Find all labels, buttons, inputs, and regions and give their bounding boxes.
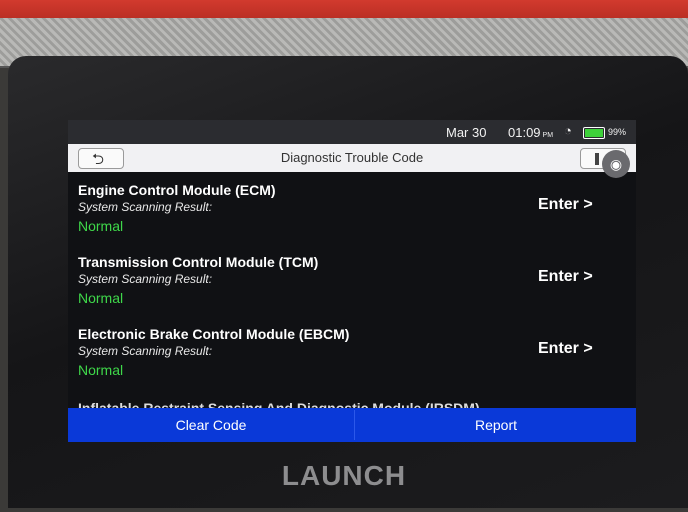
enter-button[interactable]: Enter > [538, 196, 593, 214]
status-time: 01:09 PM [508, 125, 554, 140]
status-badge: Normal [78, 290, 124, 306]
wifi-icon: ◔ [564, 123, 572, 138]
list-item[interactable]: Engine Control Module (ECM) System Scann… [68, 172, 636, 244]
clear-code-button[interactable]: Clear Code [68, 408, 354, 442]
battery-fill [585, 129, 603, 137]
result-label: System Scanning Result: [78, 200, 213, 214]
enter-button[interactable]: Enter > [538, 340, 593, 358]
module-name: Engine Control Module (ECM) [78, 182, 276, 198]
device-screen: Mar 30 01:09 PM ◔ 99% ⮌ Diagnostic Troubl… [68, 120, 636, 442]
action-bar: Clear Code Report [68, 408, 636, 442]
list-item[interactable]: Electronic Brake Control Module (EBCM) S… [68, 316, 636, 388]
status-ampm: PM [542, 132, 554, 139]
page-title: Diagnostic Trouble Code [280, 150, 424, 165]
battery-percent: 99% [608, 127, 627, 137]
result-label: System Scanning Result: [78, 272, 213, 286]
module-name: Transmission Control Module (TCM) [78, 254, 319, 270]
device-logo: LAUNCH [281, 460, 407, 491]
status-badge: Normal [78, 362, 124, 378]
module-list: Engine Control Module (ECM) System Scann… [68, 172, 636, 416]
report-button[interactable]: Report [356, 408, 636, 442]
title-bar: ⮌ Diagnostic Trouble Code [68, 144, 636, 172]
result-label: System Scanning Result: [78, 344, 213, 358]
status-bar: Mar 30 01:09 PM ◔ 99% [68, 120, 636, 144]
button-divider [354, 410, 355, 440]
battery-icon [583, 127, 605, 139]
list-item[interactable]: Transmission Control Module (TCM) System… [68, 244, 636, 316]
enter-button[interactable]: Enter > [538, 268, 593, 286]
flag-icon [595, 153, 599, 165]
module-name: Electronic Brake Control Module (EBCM) [78, 326, 350, 342]
status-date: Mar 30 [446, 125, 487, 140]
status-badge: Normal [78, 218, 124, 234]
